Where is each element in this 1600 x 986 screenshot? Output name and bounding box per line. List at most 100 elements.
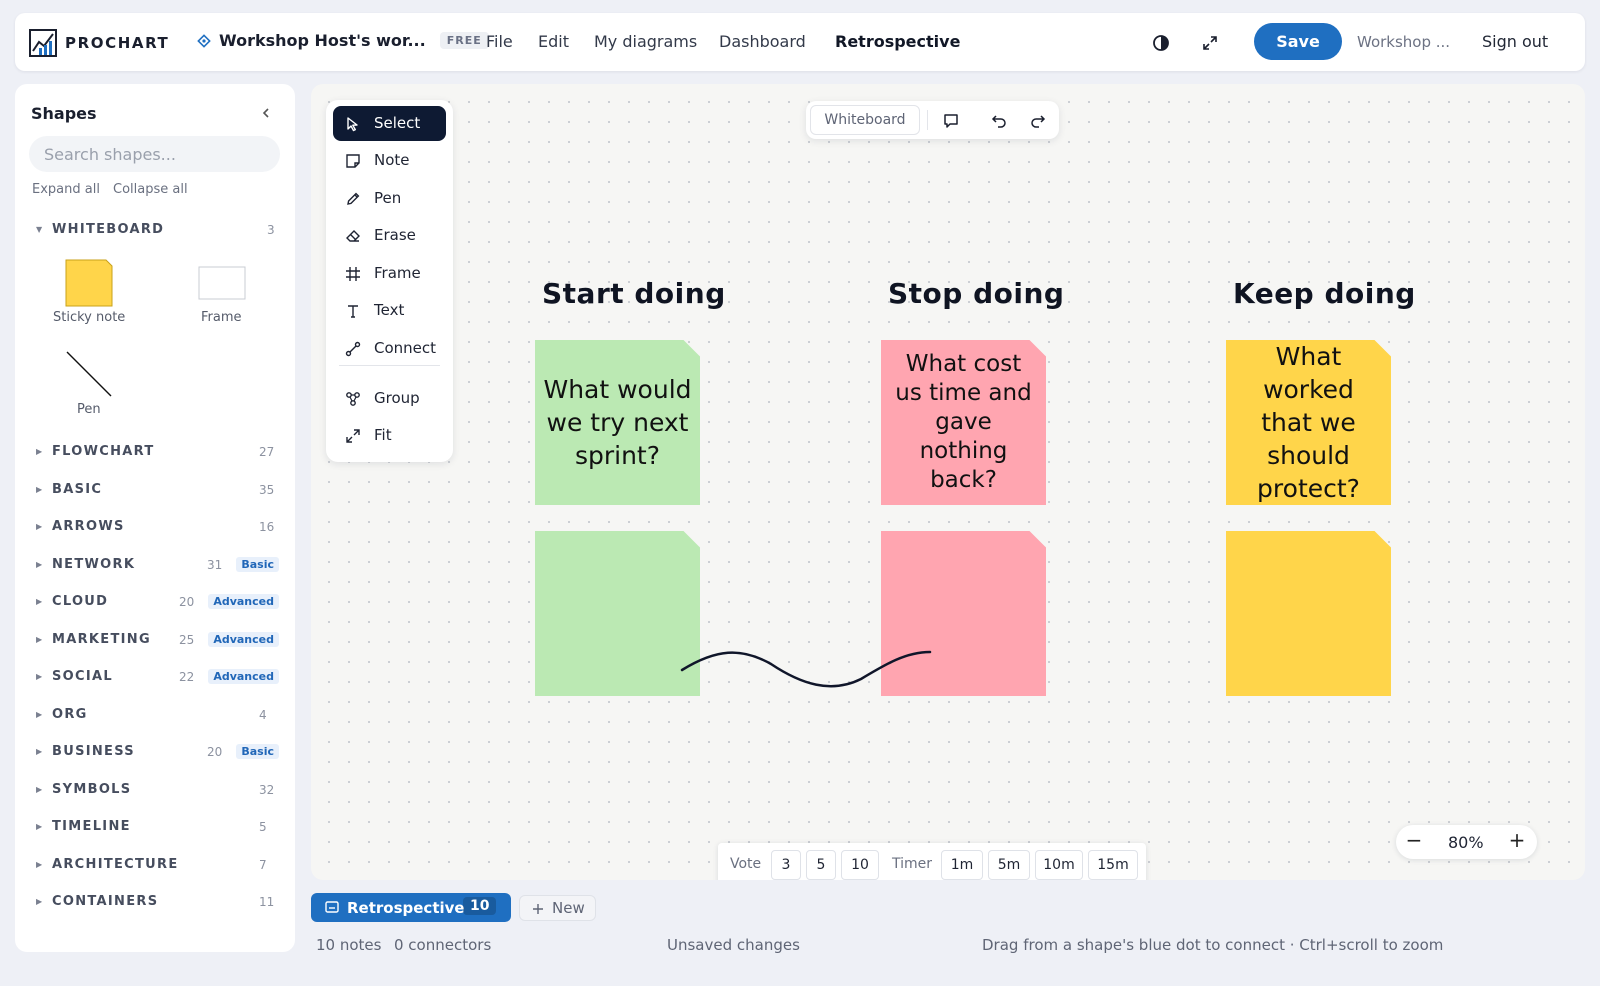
vote-5-button[interactable]: 5	[806, 850, 836, 880]
category-arrows[interactable]: ▶ ARROWS 16	[15, 517, 295, 537]
vote-10-button[interactable]: 10	[841, 850, 879, 880]
category-business[interactable]: ▶ BUSINESS 20 Basic	[15, 742, 295, 762]
timer-15m-button[interactable]: 15m	[1088, 850, 1138, 880]
expand-all-link[interactable]: Expand all	[32, 182, 100, 197]
zoom-in-button[interactable]: +	[1507, 828, 1527, 852]
category-name: CONTAINERS	[52, 894, 159, 909]
column-title-start[interactable]: Start doing	[542, 277, 726, 310]
menu-my-diagrams[interactable]: My diagrams	[594, 32, 697, 51]
undo-icon[interactable]	[990, 112, 1008, 130]
tool-label: Erase	[374, 226, 416, 244]
tab-retrospective[interactable]: Retrospective 10	[311, 893, 511, 922]
category-whiteboard[interactable]: ▼ WHITEBOARD 3	[15, 220, 295, 240]
comment-icon[interactable]	[942, 112, 960, 130]
column-title-keep[interactable]: Keep doing	[1233, 277, 1416, 310]
shape-label: Frame	[201, 310, 242, 325]
top-bar: PROCHART Workshop Host's wor... FREE Fil…	[15, 13, 1585, 71]
pen-stroke[interactable]	[671, 639, 941, 699]
tool-connect[interactable]: Connect	[333, 331, 446, 366]
menu-dashboard[interactable]: Dashboard	[719, 32, 806, 51]
tool-label: Fit	[374, 426, 392, 444]
tool-frame[interactable]: Frame	[333, 256, 446, 291]
category-marketing[interactable]: ▶ MARKETING 25 Advanced	[15, 630, 295, 650]
workspace-switcher[interactable]: Workshop Host's wor... FREE	[197, 31, 489, 50]
plan-badge: FREE	[439, 32, 489, 49]
category-name: BASIC	[52, 481, 103, 497]
timer-10m-button[interactable]: 10m	[1035, 850, 1083, 880]
brand-logo[interactable]: PROCHART	[29, 29, 169, 57]
menu-edit[interactable]: Edit	[538, 32, 569, 51]
new-tab-button[interactable]: New	[519, 895, 596, 921]
group-icon	[346, 392, 360, 406]
tier-badge: Advanced	[208, 631, 279, 647]
text-icon	[348, 305, 358, 318]
sticky-note-prompt-keep[interactable]: What worked that we should protect?	[1226, 340, 1391, 505]
sticky-note-empty-keep[interactable]	[1226, 531, 1391, 696]
menu-retrospective[interactable]: Retrospective	[835, 32, 960, 51]
caret-right-icon: ▶	[36, 822, 43, 831]
tool-label: Note	[374, 151, 410, 169]
category-symbols[interactable]: ▶ SYMBOLS 32	[15, 780, 295, 800]
category-network[interactable]: ▶ NETWORK 31 Basic	[15, 555, 295, 575]
chevron-left-icon[interactable]	[259, 106, 273, 120]
caret-right-icon: ▶	[36, 672, 43, 681]
tool-pen[interactable]: Pen	[333, 181, 446, 216]
shapes-sidebar: Shapes Expand all Collapse all ▼ WHITEBO…	[15, 84, 295, 952]
save-button[interactable]: Save	[1254, 23, 1342, 60]
hash-icon	[346, 267, 360, 281]
zoom-out-button[interactable]: −	[1404, 828, 1424, 852]
vote-3-button[interactable]: 3	[771, 850, 801, 880]
note-icon	[346, 154, 360, 168]
category-flowchart[interactable]: ▶ FLOWCHART 27	[15, 442, 295, 462]
mode-chip[interactable]: Whiteboard	[810, 105, 920, 135]
tool-erase[interactable]: Erase	[333, 218, 446, 253]
sticky-note-prompt-stop[interactable]: What cost us time and gave nothing back?	[881, 340, 1046, 505]
shape-label: Sticky note	[53, 310, 126, 325]
category-architecture[interactable]: ▶ ARCHITECTURE 7	[15, 855, 295, 875]
category-count: 27	[259, 445, 275, 459]
timer-1m-button[interactable]: 1m	[941, 850, 983, 880]
category-count: 25	[179, 632, 195, 647]
sticky-note-prompt-start[interactable]: What would we try next sprint?	[535, 340, 700, 505]
vote-timer-bar: Vote 3 5 10 Timer 1m 5m 10m 15m	[718, 843, 1146, 880]
category-cloud[interactable]: ▶ CLOUD 20 Advanced	[15, 592, 295, 612]
cursor-icon	[347, 117, 358, 132]
category-basic[interactable]: ▶ BASIC 35	[15, 480, 295, 500]
whiteboard-canvas[interactable]: Select Note Pen Erase Frame Text Connect	[311, 84, 1585, 880]
category-name: ARCHITECTURE	[52, 856, 179, 872]
zoom-level: 80%	[1448, 833, 1484, 852]
timer-5m-button[interactable]: 5m	[988, 850, 1030, 880]
tool-label: Pen	[374, 189, 402, 207]
timer-label: Timer	[892, 856, 933, 872]
brand-name: PROCHART	[65, 34, 170, 52]
notes-count: 10 notes	[316, 936, 382, 954]
theme-toggle-icon[interactable]	[1150, 32, 1172, 54]
search-shapes-input[interactable]	[29, 136, 280, 172]
redo-icon[interactable]	[1029, 112, 1047, 130]
tier-badge: Advanced	[208, 594, 279, 609]
category-count: 35	[259, 482, 275, 497]
tool-label: Connect	[374, 339, 437, 357]
caret-right-icon: ▶	[36, 897, 43, 906]
menu-file[interactable]: File	[486, 32, 513, 51]
category-org[interactable]: ▶ ORG 4	[15, 705, 295, 725]
board-icon	[325, 901, 339, 913]
sign-out-link[interactable]: Sign out	[1482, 32, 1548, 51]
tool-text[interactable]: Text	[333, 293, 446, 328]
tool-select[interactable]: Select	[333, 106, 446, 141]
caret-down-icon: ▼	[36, 225, 43, 234]
tool-note[interactable]: Note	[333, 143, 446, 178]
tool-fit[interactable]: Fit	[333, 418, 446, 453]
category-social[interactable]: ▶ SOCIAL 22 Advanced	[15, 667, 295, 687]
caret-right-icon: ▶	[36, 484, 43, 494]
fullscreen-icon[interactable]	[1199, 32, 1221, 54]
user-menu[interactable]: Workshop ...	[1357, 33, 1450, 51]
category-timeline[interactable]: ▶ TIMELINE 5	[15, 817, 295, 837]
tool-group[interactable]: Group	[333, 381, 446, 416]
category-name: SYMBOLS	[52, 781, 132, 797]
category-containers[interactable]: ▶ CONTAINERS 11	[15, 892, 295, 912]
tier-badge: Basic	[236, 556, 279, 572]
collapse-all-link[interactable]: Collapse all	[113, 182, 188, 197]
category-name: MARKETING	[52, 631, 151, 647]
column-title-stop[interactable]: Stop doing	[888, 277, 1064, 310]
